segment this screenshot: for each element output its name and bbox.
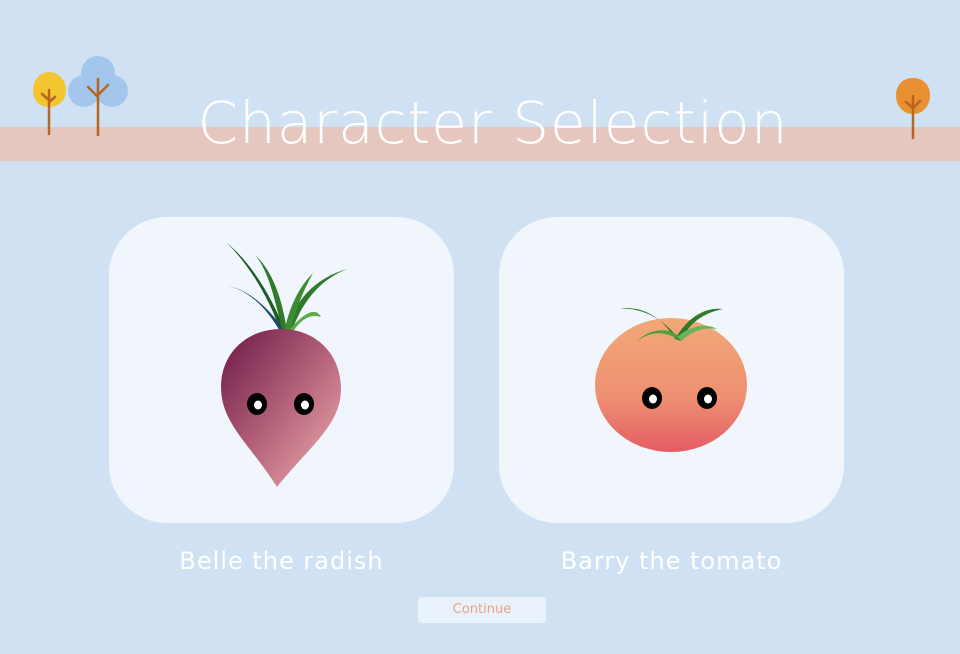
page-title: Character Selection [197, 89, 789, 157]
character-name-tomato: Barry the tomato [560, 547, 783, 575]
character-name-radish: Belle the radish [179, 547, 384, 575]
character-card-tomato[interactable] [499, 217, 844, 523]
continue-button[interactable]: Continue [418, 597, 546, 623]
tomato-icon [595, 308, 747, 452]
character-card-radish[interactable] [109, 217, 454, 523]
radish-icon [215, 243, 347, 487]
